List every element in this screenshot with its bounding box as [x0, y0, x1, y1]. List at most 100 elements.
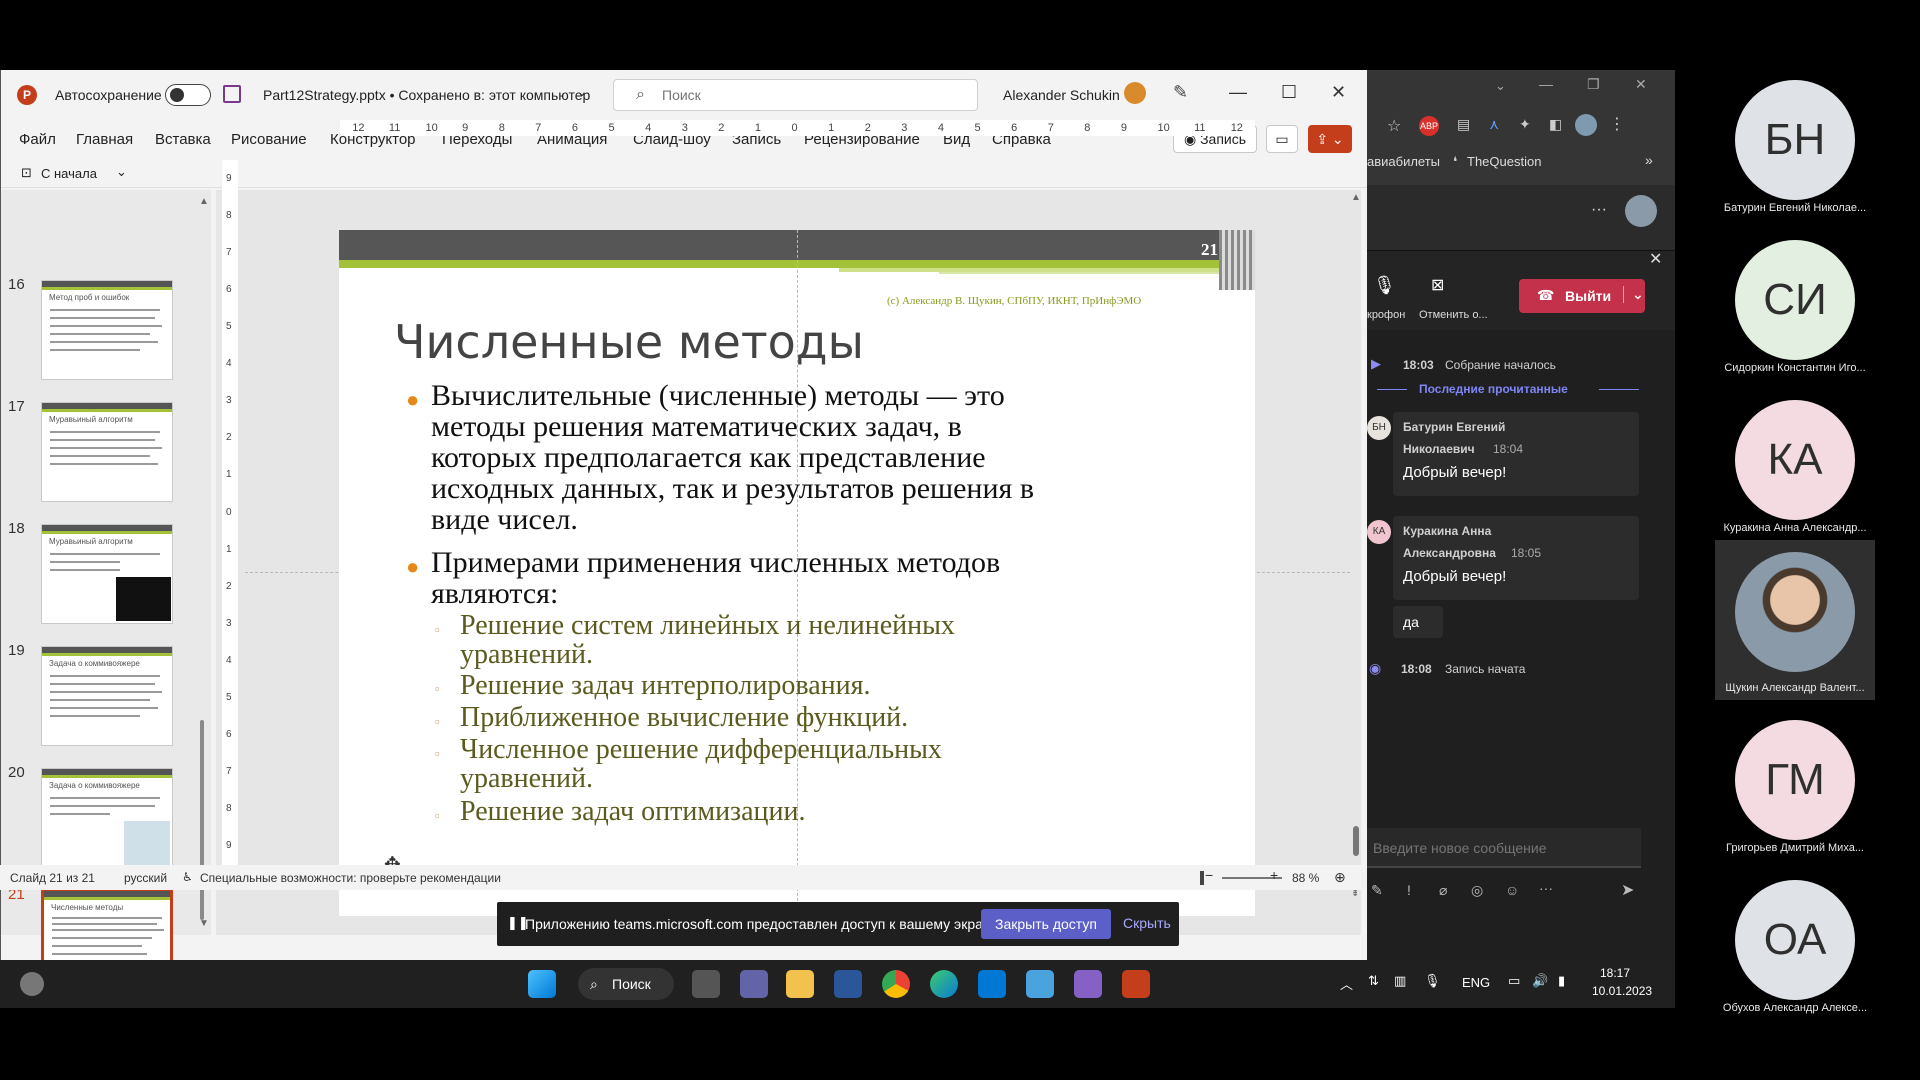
minimize-icon[interactable]: — — [1229, 82, 1247, 103]
thumbnails-scrollbar[interactable]: ▲ ▼ — [197, 190, 209, 935]
chrome-icon[interactable] — [882, 970, 910, 998]
browser-menu-icon[interactable]: ⋮ — [1609, 114, 1625, 134]
chat-message[interactable]: Куракина Анна Александровна 18:05 Добрый… — [1393, 516, 1639, 600]
zoom-slider-thumb[interactable] — [1200, 871, 1204, 885]
teams-user-avatar[interactable] — [1625, 195, 1657, 227]
bullet-text-1[interactable]: Вычислительные (численные) методы — это … — [431, 380, 1034, 535]
mic-tray-icon[interactable]: 🎙 — [1424, 973, 1441, 989]
maximize-icon[interactable]: ☐ — [1281, 82, 1297, 103]
sub-bullet-2[interactable]: Решение задач интерполирования. — [460, 671, 870, 700]
tray-arrow-icon[interactable]: ︿ — [1340, 974, 1353, 993]
autosave-toggle[interactable] — [165, 84, 211, 106]
format-icon[interactable]: ✎ — [1371, 882, 1383, 899]
battery-icon[interactable]: ▮ — [1558, 973, 1565, 989]
network-tray-icon[interactable]: ⇅ — [1368, 973, 1379, 989]
edge-icon[interactable] — [930, 970, 958, 998]
input-language[interactable]: ENG — [1462, 975, 1490, 990]
chat-message-followup[interactable]: да — [1393, 606, 1443, 638]
leave-meeting-button[interactable]: ☎ Выйти ⌄ — [1519, 279, 1645, 313]
search-box[interactable]: ⌕ — [613, 79, 978, 111]
browser-close-icon[interactable]: ✕ — [1635, 76, 1647, 93]
loop-icon[interactable]: ◎ — [1471, 882, 1483, 899]
participant-avatar[interactable]: ОА — [1735, 880, 1855, 1000]
close-icon[interactable]: ✕ — [1331, 82, 1346, 103]
sub-bullet-3[interactable]: Приближенное вычисление функций. — [460, 703, 908, 732]
clock-date[interactable]: 10.01.2023 — [1592, 984, 1652, 998]
teams-icon[interactable] — [740, 970, 768, 998]
stop-sharing-button[interactable]: Закрыть доступ — [981, 909, 1111, 939]
fit-to-window-icon[interactable]: ⊕ — [1334, 869, 1346, 886]
active-speaker-tile[interactable]: Щукин Александр Валент... — [1715, 540, 1875, 700]
compose-box[interactable] — [1367, 828, 1641, 868]
chevron-down-icon[interactable]: ⌄ — [577, 85, 587, 99]
tab-insert[interactable]: Вставка — [155, 131, 211, 148]
tab-home[interactable]: Главная — [76, 131, 133, 148]
priority-icon[interactable]: ! — [1407, 882, 1411, 898]
emoji-icon[interactable]: ☺ — [1505, 882, 1519, 898]
notepad-icon[interactable] — [1026, 970, 1054, 998]
from-start-button[interactable]: С начала — [41, 166, 97, 181]
browser-restore-icon[interactable]: ❐ — [1587, 76, 1600, 93]
start-icon[interactable] — [528, 970, 556, 998]
attach-icon[interactable]: ⌀ — [1439, 882, 1447, 899]
more-icon[interactable]: ··· — [1539, 880, 1553, 896]
word-icon[interactable] — [834, 970, 862, 998]
slide-thumbnail[interactable]: Задача о коммивояжере — [41, 768, 173, 868]
powerpoint-taskbar-icon[interactable] — [1122, 970, 1150, 998]
send-icon[interactable]: ➤ — [1621, 880, 1634, 900]
zoom-level[interactable]: 88 % — [1292, 871, 1319, 885]
slideshow-start-icon[interactable]: ⊡ — [21, 165, 32, 181]
more-bookmarks-icon[interactable]: » — [1645, 152, 1653, 168]
tab-draw[interactable]: Рисование — [231, 131, 307, 148]
accessibility-status[interactable]: Специальные возможности: проверьте реком… — [200, 871, 501, 885]
qa-customize-icon[interactable]: ⌄ — [116, 164, 127, 180]
language-status[interactable]: русский — [124, 871, 167, 885]
slide-canvas[interactable]: 21 (с) Александр В. Щукин, СПбПУ, ИКНТ, … — [339, 230, 1255, 916]
sidepanel-icon[interactable]: ◧ — [1549, 116, 1562, 133]
slide-thumbnail[interactable]: Муравьиный алгоритм — [41, 524, 173, 624]
taskbar-search[interactable]: ⌕ Поиск — [578, 968, 674, 1000]
extension-icon[interactable]: ▤ — [1457, 116, 1470, 133]
zoom-minus-icon[interactable]: − — [1205, 867, 1213, 883]
hide-notice-link[interactable]: Скрыть — [1123, 915, 1171, 931]
file-explorer-icon[interactable] — [786, 970, 814, 998]
tab-dropdown-icon[interactable]: ⌄ — [1495, 78, 1506, 94]
participant-avatar[interactable]: ГМ — [1735, 720, 1855, 840]
comments-button[interactable]: ▭ — [1266, 125, 1298, 153]
share-button[interactable]: ⇪ ⌄ — [1308, 125, 1352, 153]
mail-icon[interactable] — [978, 970, 1006, 998]
adblock-icon[interactable]: ABP — [1419, 116, 1439, 136]
compose-input[interactable] — [1373, 838, 1633, 858]
bookmark-thequestion[interactable]: TheQuestion — [1467, 154, 1541, 169]
puzzle-icon[interactable]: ✦ — [1519, 116, 1531, 133]
sub-bullet-4[interactable]: Численное решение дифференциальных уравн… — [460, 735, 942, 793]
clock-time[interactable]: 18:17 — [1600, 966, 1630, 980]
visual-studio-icon[interactable] — [1074, 970, 1102, 998]
slide-thumbnail[interactable]: Метод проб и ошибок — [41, 280, 173, 380]
zoom-plus-icon[interactable]: + — [1270, 867, 1278, 883]
slide-thumbnail[interactable]: Муравьиный алгоритм — [41, 402, 173, 502]
tab-file[interactable]: Файл — [19, 131, 56, 148]
close-panel-icon[interactable]: ✕ — [1649, 249, 1662, 269]
translate-icon[interactable]: ⋏ — [1489, 116, 1499, 133]
sub-bullet-1[interactable]: Решение систем линейных и нелинейных ура… — [460, 611, 955, 669]
display-tray-icon[interactable]: ▭ — [1508, 973, 1520, 989]
more-options-icon[interactable]: ··· — [1591, 201, 1607, 219]
pen-icon[interactable]: ✎ — [1173, 82, 1188, 103]
weather-icon[interactable] — [20, 972, 44, 996]
slide-thumbnail[interactable]: Задача о коммивояжере — [41, 646, 173, 746]
bookmark-star-icon[interactable]: ☆ — [1387, 116, 1401, 136]
sub-bullet-5[interactable]: Решение задач оптимизации. — [460, 797, 806, 826]
bookmark-avia[interactable]: авиабилеты — [1367, 154, 1440, 169]
bullet-text-2[interactable]: Примерами применения численных методов я… — [431, 547, 1000, 609]
save-icon[interactable] — [223, 85, 241, 103]
participant-avatar[interactable]: КА — [1735, 400, 1855, 520]
app-tray-icon[interactable]: ▥ — [1394, 973, 1406, 989]
user-name[interactable]: Alexander Schukin — [1003, 87, 1120, 103]
profile-avatar[interactable] — [1575, 114, 1597, 136]
cancel-share-icon[interactable]: ⊠ — [1431, 275, 1444, 295]
participant-avatar[interactable]: БН — [1735, 80, 1855, 200]
search-input[interactable] — [662, 85, 962, 105]
slide-thumbnail-active[interactable]: Численные методы — [41, 888, 173, 960]
task-view-icon[interactable] — [692, 970, 720, 998]
